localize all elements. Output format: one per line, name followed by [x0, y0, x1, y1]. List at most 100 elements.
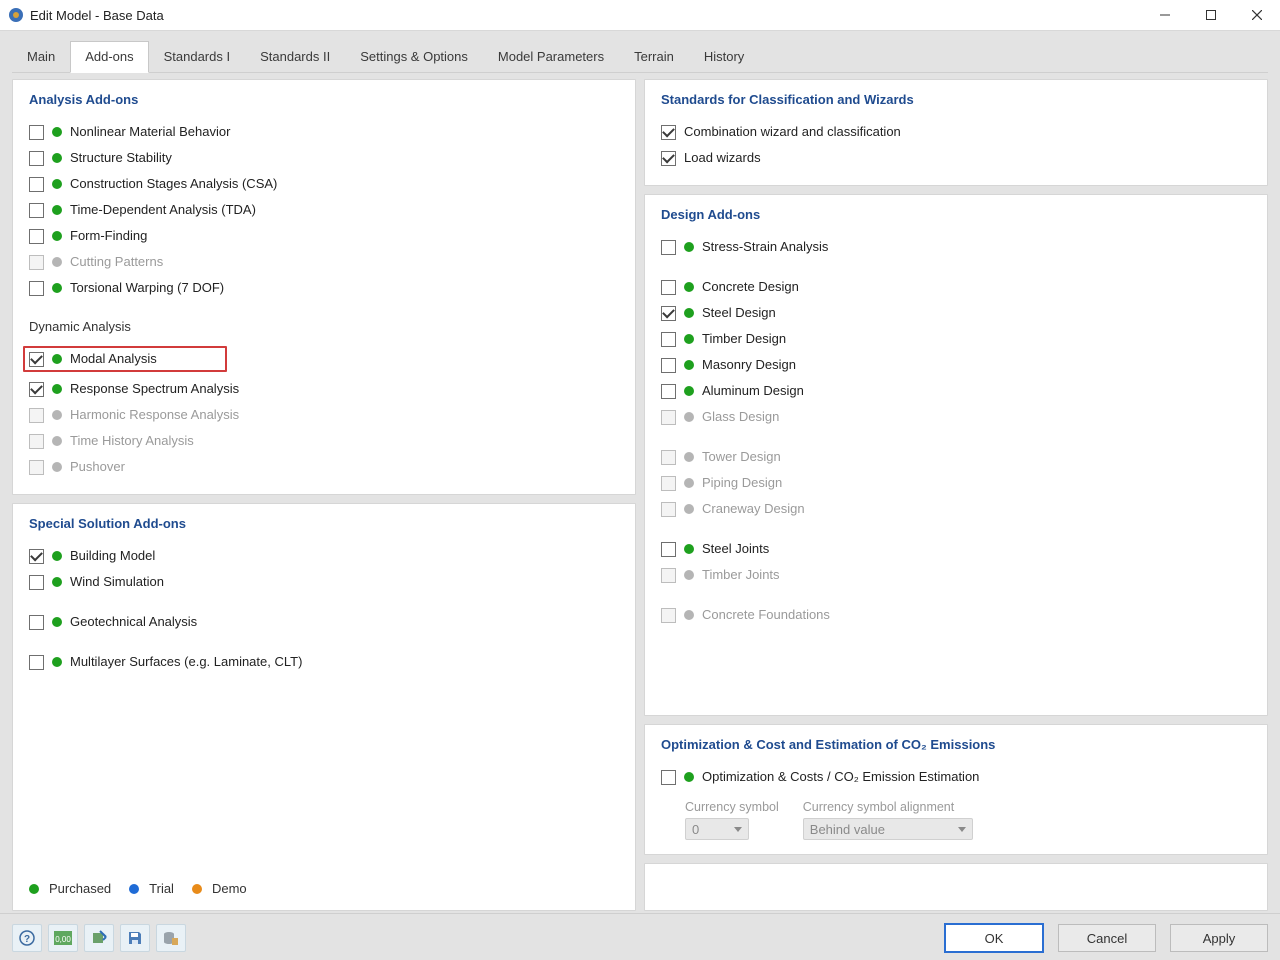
- checkbox[interactable]: [661, 306, 676, 321]
- checkbox[interactable]: [661, 384, 676, 399]
- checkbox[interactable]: [29, 549, 44, 564]
- checkbox[interactable]: [661, 332, 676, 347]
- checkbox[interactable]: [29, 151, 44, 166]
- checkbox[interactable]: [661, 358, 676, 373]
- addon-label: Cutting Patterns: [70, 253, 163, 271]
- checkbox: [29, 408, 44, 423]
- tab-terrain[interactable]: Terrain: [619, 41, 689, 72]
- tab-standards-i[interactable]: Standards I: [149, 41, 246, 72]
- status-dot: [52, 283, 62, 293]
- addon-label: Response Spectrum Analysis: [70, 380, 239, 398]
- status-dot: [52, 354, 62, 364]
- addon-label: Construction Stages Analysis (CSA): [70, 175, 277, 193]
- apply-button[interactable]: Apply: [1170, 924, 1268, 952]
- checkbox[interactable]: [29, 615, 44, 630]
- status-dot: [684, 504, 694, 514]
- minimize-button[interactable]: [1142, 0, 1188, 30]
- checkbox[interactable]: [29, 382, 44, 397]
- dialog-body: Main Add-ons Standards I Standards II Se…: [0, 31, 1280, 913]
- addon-label: Pushover: [70, 458, 125, 476]
- checkbox: [661, 410, 676, 425]
- addon-row: Masonry Design: [661, 352, 1251, 378]
- heading-analysis-addons: Analysis Add-ons: [29, 92, 619, 107]
- checkbox[interactable]: [29, 281, 44, 296]
- panel-standards-wizards: Standards for Classification and Wizards…: [644, 79, 1268, 186]
- addon-row: Modal Analysis: [29, 342, 619, 376]
- checkbox-optimization[interactable]: [661, 770, 676, 785]
- addon-row: Steel Joints: [661, 536, 1251, 562]
- addon-row: Stress-Strain Analysis: [661, 234, 1251, 260]
- status-dot: [684, 570, 694, 580]
- tab-main[interactable]: Main: [12, 41, 70, 72]
- app-icon: [8, 7, 24, 23]
- legend-purchased-label: Purchased: [49, 881, 111, 896]
- export-button[interactable]: [84, 924, 114, 952]
- status-dot: [52, 127, 62, 137]
- heading-standards-wizards: Standards for Classification and Wizards: [661, 92, 1251, 107]
- legend-purchased-dot: [29, 884, 39, 894]
- addon-label: Steel Joints: [702, 540, 769, 558]
- status-dot: [52, 153, 62, 163]
- addon-label: Concrete Design: [702, 278, 799, 296]
- checkbox: [661, 568, 676, 583]
- addon-row: Steel Design: [661, 300, 1251, 326]
- status-dot: [52, 231, 62, 241]
- addon-label: Modal Analysis: [70, 350, 157, 368]
- addon-row: Craneway Design: [661, 496, 1251, 522]
- legend-trial-label: Trial: [149, 881, 174, 896]
- checkbox[interactable]: [29, 125, 44, 140]
- checkbox[interactable]: [29, 203, 44, 218]
- status-dot: [684, 282, 694, 292]
- addon-row: Construction Stages Analysis (CSA): [29, 171, 619, 197]
- addon-label: Harmonic Response Analysis: [70, 406, 239, 424]
- row-optimization-item: Optimization & Costs / CO₂ Emission Esti…: [661, 764, 1251, 790]
- checkbox[interactable]: [661, 240, 676, 255]
- checkbox[interactable]: [29, 177, 44, 192]
- addon-row: Cutting Patterns: [29, 249, 619, 275]
- checkbox[interactable]: [29, 575, 44, 590]
- status-dot: [52, 205, 62, 215]
- checkbox[interactable]: [661, 542, 676, 557]
- checkbox[interactable]: [661, 151, 676, 166]
- addon-row: Pushover: [29, 454, 619, 480]
- addon-label: Load wizards: [684, 149, 761, 167]
- cancel-button[interactable]: Cancel: [1058, 924, 1156, 952]
- status-dot: [684, 478, 694, 488]
- heading-optimization: Optimization & Cost and Estimation of CO…: [661, 737, 1251, 752]
- ok-button[interactable]: OK: [944, 923, 1044, 953]
- addon-row: Harmonic Response Analysis: [29, 402, 619, 428]
- addon-label: Building Model: [70, 547, 155, 565]
- status-dot: [684, 360, 694, 370]
- tab-addons[interactable]: Add-ons: [70, 41, 148, 73]
- legend-trial-dot: [129, 884, 139, 894]
- close-button[interactable]: [1234, 0, 1280, 30]
- heading-design-addons: Design Add-ons: [661, 207, 1251, 222]
- checkbox[interactable]: [661, 280, 676, 295]
- addon-row: Form-Finding: [29, 223, 619, 249]
- tab-settings-options[interactable]: Settings & Options: [345, 41, 483, 72]
- help-button[interactable]: ?: [12, 924, 42, 952]
- save-button[interactable]: [120, 924, 150, 952]
- checkbox[interactable]: [661, 125, 676, 140]
- status-dot: [52, 577, 62, 587]
- tab-model-parameters[interactable]: Model Parameters: [483, 41, 619, 72]
- heading-special-solution: Special Solution Add-ons: [29, 516, 619, 531]
- panel-spare: [644, 863, 1268, 911]
- checkbox: [29, 434, 44, 449]
- maximize-button[interactable]: [1188, 0, 1234, 30]
- addon-label: Timber Design: [702, 330, 786, 348]
- checkbox[interactable]: [29, 229, 44, 244]
- status-dot: [684, 334, 694, 344]
- legend-demo-label: Demo: [212, 881, 247, 896]
- database-button[interactable]: [156, 924, 186, 952]
- tab-history[interactable]: History: [689, 41, 759, 72]
- checkbox[interactable]: [29, 655, 44, 670]
- addon-row: Building Model: [29, 543, 619, 569]
- checkbox[interactable]: [29, 352, 44, 367]
- tab-standards-ii[interactable]: Standards II: [245, 41, 345, 72]
- checkbox: [29, 460, 44, 475]
- status-dot: [684, 386, 694, 396]
- standards-wizards-list: Combination wizard and classificationLoa…: [661, 119, 1251, 171]
- status-dot: [684, 412, 694, 422]
- units-button[interactable]: 0,00: [48, 924, 78, 952]
